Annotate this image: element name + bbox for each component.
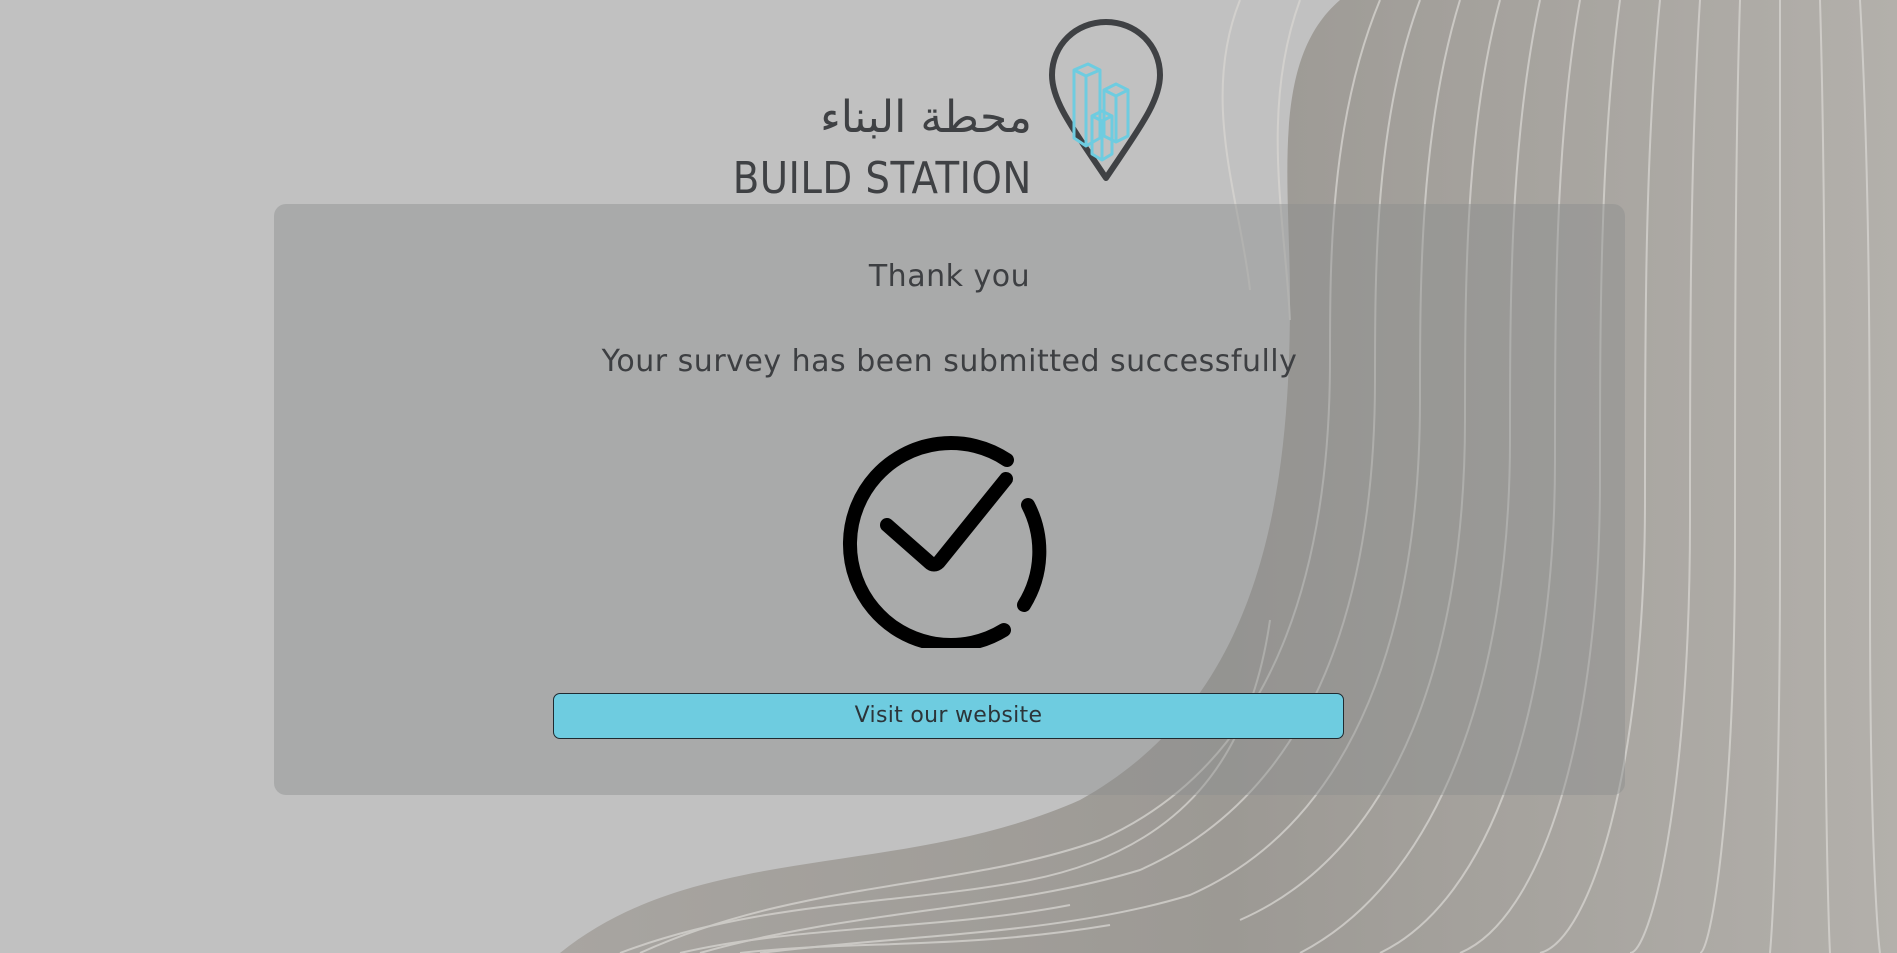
check-circle-icon [842, 436, 1047, 648]
logo-arabic-name: محطة البناء [820, 92, 1032, 143]
success-message: Your survey has been submitted successfu… [601, 344, 1298, 379]
visit-website-button[interactable]: Visit our website [553, 693, 1344, 739]
thank-you-title: Thank you [868, 259, 1031, 294]
logo-english-name: BUILD STATION [733, 153, 1032, 204]
map-pin-buildings-icon [1049, 19, 1163, 181]
confirmation-card: Thank you Your survey has been submitted… [274, 204, 1625, 795]
